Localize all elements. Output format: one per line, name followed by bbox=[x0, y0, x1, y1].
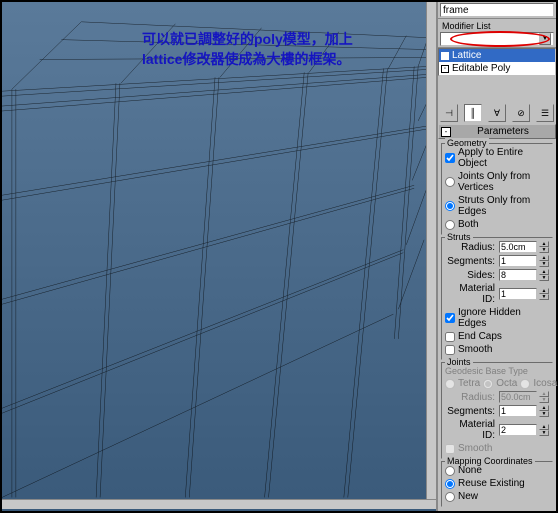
rollup-title: Parameters bbox=[453, 126, 553, 137]
mapping-reuse-label: Reuse Existing bbox=[458, 478, 525, 489]
command-panel: frame Modifier List ▼ ○ Lattice ▫ Editab… bbox=[436, 2, 556, 511]
spinner-down: ▼ bbox=[539, 397, 549, 403]
struts-segments-input[interactable] bbox=[499, 255, 537, 267]
joints-smooth-checkbox bbox=[445, 444, 455, 454]
object-name-value: frame bbox=[443, 5, 469, 16]
joints-radius-label: Radius: bbox=[445, 392, 497, 403]
mapping-none-radio[interactable] bbox=[445, 466, 455, 476]
mapping-new-label: New bbox=[458, 491, 478, 502]
spinner-down[interactable]: ▼ bbox=[539, 294, 549, 300]
joints-only-label: Joints Only from Vertices bbox=[458, 171, 549, 193]
struts-radius-input[interactable] bbox=[499, 241, 537, 253]
joints-material-input[interactable] bbox=[499, 424, 537, 436]
struts-only-radio[interactable] bbox=[445, 201, 455, 211]
mapping-group-label: Mapping Coordinates bbox=[445, 456, 535, 466]
both-label: Both bbox=[458, 219, 479, 230]
struts-material-label: Material ID: bbox=[445, 283, 497, 305]
configure-sets-button[interactable]: ☰ bbox=[536, 104, 554, 122]
struts-group-label: Struts bbox=[445, 232, 473, 242]
end-caps-label: End Caps bbox=[458, 331, 502, 342]
apply-entire-checkbox[interactable] bbox=[445, 153, 455, 163]
show-end-result-button[interactable]: ║ bbox=[464, 104, 482, 122]
stack-item-lattice[interactable]: ○ Lattice bbox=[439, 49, 555, 62]
make-unique-button[interactable]: ∀ bbox=[488, 104, 506, 122]
tetra-radio bbox=[445, 379, 455, 389]
joints-segments-label: Segments: bbox=[445, 406, 497, 417]
apply-entire-label: Apply to Entire Object bbox=[458, 147, 549, 169]
joints-smooth-label: Smooth bbox=[458, 443, 492, 454]
ruler-vertical bbox=[426, 2, 436, 501]
modifier-stack[interactable]: ○ Lattice ▫ Editable Poly bbox=[438, 48, 556, 76]
spinner-down[interactable]: ▼ bbox=[539, 411, 549, 417]
minus-icon: - bbox=[441, 127, 451, 137]
struts-smooth-label: Smooth bbox=[458, 344, 492, 355]
icosa-label: Icosa bbox=[533, 378, 557, 389]
tetra-label: Tetra bbox=[458, 378, 480, 389]
stack-label: Lattice bbox=[452, 50, 481, 61]
stack-label: Editable Poly bbox=[452, 63, 510, 74]
mapping-reuse-radio[interactable] bbox=[445, 479, 455, 489]
modifier-list-label: Modifier List bbox=[440, 20, 554, 32]
joints-radius-input bbox=[499, 391, 537, 403]
struts-smooth-checkbox[interactable] bbox=[445, 345, 455, 355]
joints-group-label: Joints bbox=[445, 357, 473, 367]
expand-icon[interactable]: ▫ bbox=[441, 65, 449, 73]
both-radio[interactable] bbox=[445, 220, 455, 230]
stack-item-editable-poly[interactable]: ▫ Editable Poly bbox=[439, 62, 555, 75]
end-caps-checkbox[interactable] bbox=[445, 332, 455, 342]
struts-sides-label: Sides: bbox=[445, 270, 497, 281]
ignore-hidden-checkbox[interactable] bbox=[445, 313, 455, 323]
struts-material-input[interactable] bbox=[499, 288, 537, 300]
struts-sides-input[interactable] bbox=[499, 269, 537, 281]
dropdown-arrow-icon[interactable]: ▼ bbox=[539, 33, 551, 45]
spinner-down[interactable]: ▼ bbox=[539, 430, 549, 436]
bulb-icon: ○ bbox=[441, 52, 449, 60]
pin-stack-button[interactable]: ⊣ bbox=[440, 104, 458, 122]
joints-material-label: Material ID: bbox=[445, 419, 497, 441]
joints-only-radio[interactable] bbox=[445, 177, 455, 187]
mapping-none-label: None bbox=[458, 465, 482, 476]
parameters-rollup-header[interactable]: - Parameters bbox=[438, 124, 556, 139]
spinner-down[interactable]: ▼ bbox=[539, 247, 549, 253]
joints-segments-input[interactable] bbox=[499, 405, 537, 417]
annotation-text: 可以就已調整好的poly模型，加上 lattice修改器使成為大樓的框架。 bbox=[142, 30, 353, 69]
wireframe-mesh bbox=[2, 2, 436, 498]
viewport-3d[interactable]: 可以就已調整好的poly模型，加上 lattice修改器使成為大樓的框架。 bbox=[2, 2, 436, 511]
spinner-down[interactable]: ▼ bbox=[539, 261, 549, 267]
object-name-field[interactable]: frame bbox=[440, 3, 554, 17]
parameters-body: Geometry Apply to Entire Object Joints O… bbox=[438, 139, 556, 511]
octa-label: Octa bbox=[496, 378, 517, 389]
ignore-hidden-label: Ignore Hidden Edges bbox=[458, 307, 549, 329]
remove-modifier-button[interactable]: ⊘ bbox=[512, 104, 530, 122]
struts-radius-label: Radius: bbox=[445, 242, 497, 253]
octa-radio bbox=[483, 379, 493, 389]
ruler-horizontal bbox=[2, 499, 436, 509]
struts-segments-label: Segments: bbox=[445, 256, 497, 267]
struts-only-label: Struts Only from Edges bbox=[458, 195, 549, 217]
mapping-new-radio[interactable] bbox=[445, 492, 455, 502]
modifier-list-dropdown[interactable]: ▼ bbox=[440, 32, 554, 46]
geometry-group-label: Geometry bbox=[445, 138, 489, 148]
icosa-radio bbox=[520, 379, 530, 389]
spinner-down[interactable]: ▼ bbox=[539, 275, 549, 281]
stack-toolbar: ⊣ ║ ∀ ⊘ ☰ bbox=[438, 102, 556, 124]
